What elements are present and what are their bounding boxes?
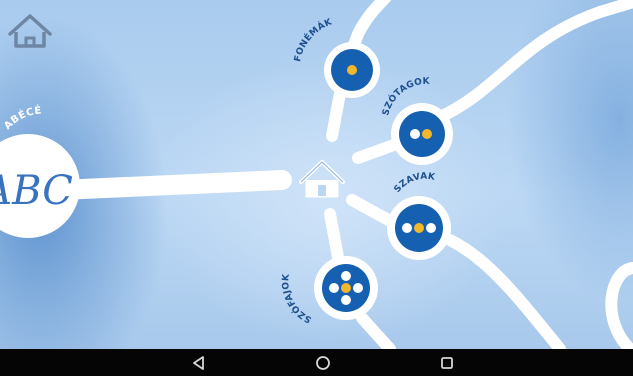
node-szavak[interactable]: SZAVAK bbox=[387, 172, 451, 260]
path-abece bbox=[50, 170, 292, 200]
map-canvas: ABC ABÉCÉ FONÉMÁK SZÓTAGOK SZAVAK SZÓFAJ… bbox=[0, 0, 633, 349]
node-szofajok[interactable]: SZÓFAJOK bbox=[281, 256, 378, 324]
szotagok-dot-white bbox=[410, 129, 420, 139]
abece-label: ABÉCÉ bbox=[2, 103, 42, 132]
szofajok-dot-bottom bbox=[341, 295, 351, 305]
szavak-dot-1 bbox=[402, 223, 412, 233]
recents-square-icon[interactable] bbox=[438, 354, 456, 372]
node-abece[interactable]: ABC ABÉCÉ bbox=[0, 103, 80, 238]
svg-text:ABÉCÉ: ABÉCÉ bbox=[2, 103, 42, 132]
svg-text:SZAVAK: SZAVAK bbox=[393, 172, 437, 195]
back-triangle-icon[interactable] bbox=[190, 354, 208, 372]
szofajok-dot-left bbox=[329, 283, 339, 293]
path-szavak bbox=[346, 194, 566, 349]
fonemak-dot bbox=[347, 65, 357, 75]
abece-logo: ABC bbox=[0, 168, 73, 214]
szavak-dot-2 bbox=[414, 223, 424, 233]
szavak-dot-3 bbox=[426, 223, 436, 233]
szotagok-dot-yellow bbox=[422, 129, 432, 139]
home-icon[interactable] bbox=[299, 160, 345, 198]
svg-text:SZÓFAJOK: SZÓFAJOK bbox=[281, 273, 313, 325]
szofajok-dot-center bbox=[341, 283, 351, 293]
android-nav-bar bbox=[0, 349, 633, 376]
szavak-label: SZAVAK bbox=[393, 172, 437, 195]
top-left-home-icon[interactable] bbox=[8, 14, 52, 48]
path-right-curve bbox=[605, 262, 633, 349]
szofajok-dot-top bbox=[341, 271, 351, 281]
home-circle-icon[interactable] bbox=[314, 354, 332, 372]
map-screen: ABC ABÉCÉ FONÉMÁK SZÓTAGOK SZAVAK SZÓFAJ… bbox=[0, 0, 633, 349]
szofajok-label: SZÓFAJOK bbox=[281, 273, 313, 325]
szofajok-dot-right bbox=[353, 283, 363, 293]
